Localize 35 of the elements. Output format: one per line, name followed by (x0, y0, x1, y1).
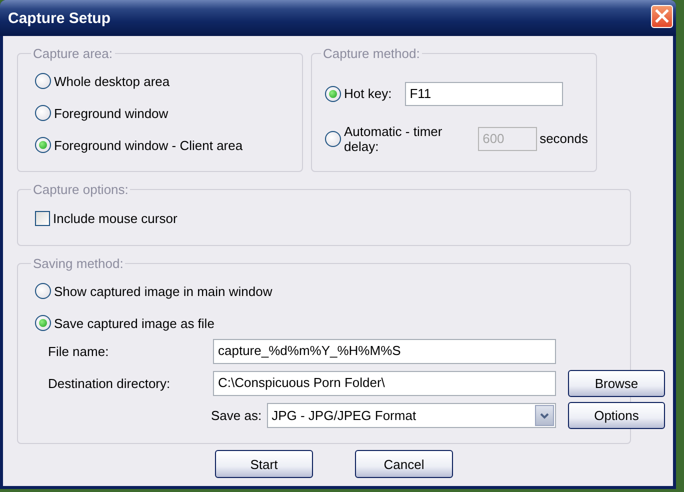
cancel-button[interactable]: Cancel (355, 450, 453, 478)
checkbox-label[interactable]: Include mouse cursor (53, 210, 178, 226)
radio-button[interactable] (35, 73, 51, 89)
group-label: Saving method: (32, 256, 124, 271)
close-button[interactable] (651, 4, 673, 28)
options-button[interactable]: Options (568, 402, 665, 429)
radio-label[interactable]: Hot key: (344, 86, 392, 101)
text-field[interactable]: capture_%d%m%Y_%H%M%S (213, 339, 556, 364)
group-label: Capture method: (322, 46, 421, 61)
radio-button[interactable] (35, 315, 51, 331)
radio-button[interactable] (35, 137, 51, 153)
text-field[interactable]: C:\Conspicuous Porn Folder\ (213, 371, 556, 396)
radio-button[interactable] (35, 283, 51, 299)
group-label: Capture area: (32, 46, 114, 61)
group-label: Capture options: (32, 182, 130, 197)
checkbox[interactable] (35, 210, 50, 226)
close-icon (655, 9, 669, 23)
radio-label[interactable]: Whole desktop area (54, 74, 170, 88)
field-label: Save as: (211, 408, 262, 423)
field-label: Destination directory: (48, 376, 172, 391)
radio-button[interactable] (325, 86, 341, 102)
browse-button[interactable]: Browse (568, 370, 665, 397)
radio-label[interactable]: Automatic - timer delay: (344, 124, 466, 154)
radio-label[interactable]: Foreground window - Client area (54, 138, 243, 152)
text-field[interactable]: F11 (404, 82, 563, 106)
start-button[interactable]: Start (215, 450, 313, 478)
radio-label[interactable]: Foreground window (54, 106, 168, 120)
radio-button[interactable] (325, 130, 341, 146)
radio-label[interactable]: Show captured image in main window (54, 284, 272, 298)
format-dropdown[interactable]: JPG - JPG/JPEG Format (266, 403, 556, 428)
radio-button[interactable] (35, 105, 51, 121)
unit-label: seconds (540, 131, 588, 146)
field-label: File name: (48, 344, 110, 359)
window-title: Capture Setup (8, 10, 111, 26)
radio-label[interactable]: Save captured image as file (54, 316, 214, 330)
